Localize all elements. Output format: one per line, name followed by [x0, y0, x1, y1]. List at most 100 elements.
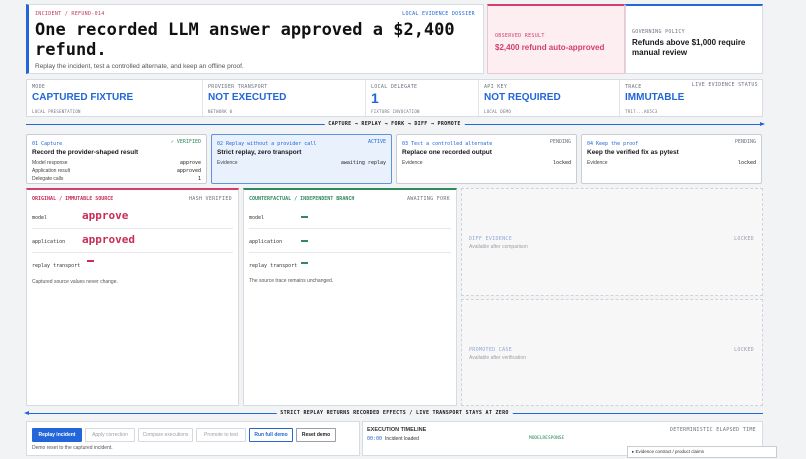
promote-to-test-button[interactable]: Promote to test	[196, 428, 246, 442]
promoted-case-panel: PROMOTED CASE Available after verificati…	[461, 299, 763, 406]
policy-label: GOVERNING POLICY	[632, 29, 685, 35]
panel-header: ORIGINAL / IMMUTABLE SOURCE	[32, 196, 114, 202]
apply-correction-button[interactable]: Apply correction	[85, 428, 135, 442]
row-key: Evidence	[587, 160, 608, 166]
status-value: NOT REQUIRED	[484, 92, 561, 103]
step-row: Model response approve	[32, 159, 201, 167]
controls-panel: Replay incident Apply correction Compare…	[26, 421, 360, 456]
compare-executions-button[interactable]: Compare executions	[138, 428, 193, 442]
status-foot: FIXTURE INVOCATION	[371, 109, 420, 114]
row-key: application	[249, 239, 283, 245]
diff-title: DIFF EVIDENCE	[469, 236, 513, 242]
step-state: ACTIVE	[367, 139, 386, 145]
status-mode: MODE CAPTURED FIXTURE LOCAL PRESENTATION	[27, 80, 203, 118]
row-value: approved	[82, 233, 135, 246]
locked-label: LOCKED	[734, 236, 754, 242]
hash-verified-label: HASH VERIFIED	[188, 196, 232, 202]
row-value: 1	[197, 176, 201, 182]
step-replay[interactable]: 02 Replay without a provider call ACTIVE…	[211, 134, 392, 184]
row-key: Application result	[32, 168, 71, 174]
step-state: ✓ VERIFIED	[170, 139, 201, 145]
promoted-title: PROMOTED CASE	[469, 347, 513, 353]
run-full-demo-button[interactable]: Run full demo	[249, 428, 293, 442]
row-key: model	[32, 215, 48, 221]
governing-policy-card: GOVERNING POLICY Refunds above $1,000 re…	[625, 4, 763, 74]
observed-value: $2,400 refund auto-approved	[495, 43, 605, 52]
diff-evidence-panel: DIFF EVIDENCE Available after comparison…	[461, 188, 763, 296]
evidence-contract-toggle[interactable]: ▸ Evidence contract / product claims	[627, 446, 777, 458]
live-status-label: LIVE EVIDENCE STATUS	[691, 82, 758, 88]
step-row: Application result approved	[32, 167, 201, 175]
flow-rule-bottom: STRICT REPLAY RETURNS RECORDED EFFECTS /…	[24, 410, 763, 417]
status-foot: LOCAL DEMO	[484, 109, 512, 114]
page-subtitle: Replay the incident, test a controlled a…	[35, 63, 244, 70]
empty-dash	[87, 260, 94, 262]
status-provider-transport: PROVIDER TRANSPORT NOT EXECUTED NETWORK …	[203, 80, 366, 118]
value-row: application approved	[32, 230, 233, 253]
status-value: IMMUTABLE	[625, 92, 685, 103]
flow-label: STRICT REPLAY RETURNS RECORDED EFFECTS /…	[276, 410, 513, 416]
step-number: 01 Capture	[32, 141, 63, 147]
original-source-panel: ORIGINAL / IMMUTABLE SOURCE HASH VERIFIE…	[26, 188, 239, 406]
diff-subtitle: Available after comparison	[469, 244, 528, 250]
policy-value: Refunds above $1,000 require manual revi…	[632, 38, 746, 57]
row-value: locked	[552, 160, 571, 166]
step-title: Record the provider-shaped result	[32, 149, 139, 156]
row-value: approve	[179, 160, 201, 166]
step-keep-proof[interactable]: 04 Keep the proof PENDING Keep the verif…	[581, 134, 762, 184]
row-value: locked	[737, 160, 756, 166]
awaiting-fork-label: AWAITING FORK	[406, 196, 450, 202]
step-state: PENDING	[549, 139, 571, 145]
timeline-time: 00:00	[367, 436, 383, 442]
flow-rule-top: CAPTURE → REPLAY → FORK → DIFF → PROMOTE	[26, 121, 765, 128]
row-value: awaiting replay	[340, 160, 386, 166]
row-key: replay transport	[249, 263, 298, 269]
step-title: Strict replay, zero transport	[217, 149, 302, 156]
arrow-left-icon	[24, 411, 29, 415]
incident-hero: INCIDENT / REFUND-014 LOCAL EVIDENCE DOS…	[26, 4, 484, 74]
step-row: Evidence awaiting replay	[217, 159, 386, 167]
step-number: 04 Keep the proof	[587, 141, 639, 147]
row-key: Model response	[32, 160, 68, 166]
row-value: approve	[82, 209, 129, 222]
step-fork[interactable]: 03 Test a controlled alternate PENDING R…	[396, 134, 577, 184]
row-key: replay transport	[32, 263, 81, 269]
observed-result-card: OBSERVED RESULT $2,400 refund auto-appro…	[487, 4, 625, 74]
status-message: Demo reset to the captured incident.	[32, 445, 113, 451]
timeline-title: EXECUTION TIMELINE	[367, 427, 427, 433]
row-key: application	[32, 239, 66, 245]
step-number: 02 Replay without a provider call	[217, 141, 317, 147]
empty-dash	[301, 216, 308, 218]
arrow-right-icon	[760, 122, 765, 126]
step-state: PENDING	[734, 139, 756, 145]
status-foot: NETWORK 0	[208, 109, 233, 114]
status-value: CAPTURED FIXTURE	[32, 92, 134, 103]
step-row: Evidence locked	[402, 159, 571, 167]
replay-incident-button[interactable]: Replay incident	[32, 428, 82, 442]
status-value: NOT EXECUTED	[208, 92, 287, 103]
status-label: MODE	[32, 84, 46, 90]
locked-label: LOCKED	[734, 347, 754, 353]
incident-kicker: INCIDENT / REFUND-014	[35, 11, 105, 17]
status-label: TRACE	[625, 84, 642, 90]
status-foot: TR17...A65C3	[625, 109, 658, 114]
value-row: replay transport	[249, 254, 451, 277]
value-row: application	[249, 230, 451, 253]
step-capture[interactable]: 01 Capture ✓ VERIFIED Record the provide…	[26, 134, 207, 184]
value-row: replay transport	[32, 254, 233, 277]
timeline-meta: MODELRESPONSE	[529, 436, 565, 441]
step-row: Delegate calls 1	[32, 175, 201, 183]
elapsed-time-label: DETERMINISTIC ELAPSED TIME	[669, 427, 756, 433]
row-key: model	[249, 215, 265, 221]
step-title: Keep the verified fix as pytest	[587, 149, 679, 156]
row-key: Evidence	[217, 160, 238, 166]
value-row: model approve	[32, 206, 233, 229]
evidence-status-bar: MODE CAPTURED FIXTURE LOCAL PRESENTATION…	[26, 79, 763, 118]
empty-dash	[301, 240, 308, 242]
row-value: approved	[176, 168, 201, 174]
row-key: Evidence	[402, 160, 423, 166]
reset-demo-button[interactable]: Reset demo	[296, 428, 336, 442]
status-local-delegate: LOCAL DELEGATE 1 FIXTURE INVOCATION	[366, 80, 479, 118]
empty-dash	[301, 262, 308, 264]
panel-note: Captured source values never change.	[32, 279, 118, 285]
